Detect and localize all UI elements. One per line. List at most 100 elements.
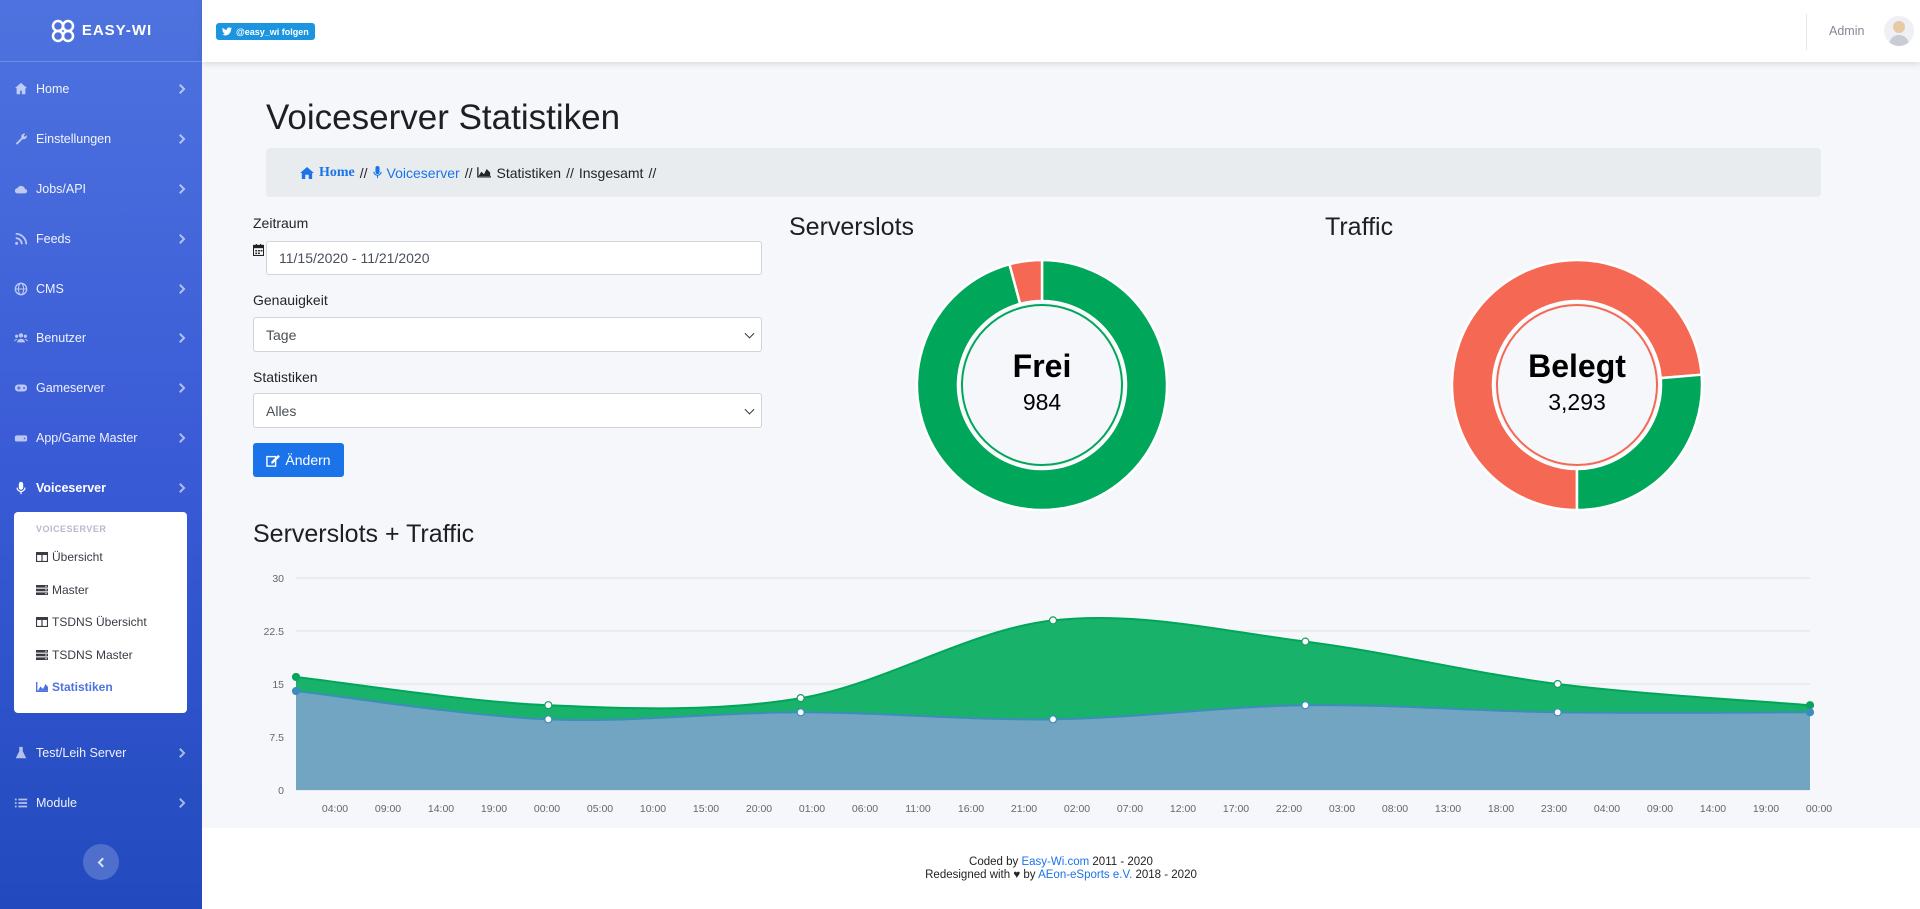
sidebar-item-home[interactable]: Home bbox=[0, 64, 202, 114]
globe-icon bbox=[14, 282, 28, 296]
x-tick-label: 00:00 bbox=[1806, 803, 1832, 815]
user-name[interactable]: Admin bbox=[1829, 24, 1864, 38]
submit-button-label: Ändern bbox=[285, 452, 331, 468]
sidebar-item-label: Feeds bbox=[36, 232, 71, 246]
zeitraum-label: Zeitraum bbox=[253, 215, 309, 231]
submenu-item--bersicht[interactable]: Übersicht bbox=[14, 541, 187, 574]
sidebar-item-label: CMS bbox=[36, 282, 64, 296]
y-tick-label: 22.5 bbox=[264, 626, 285, 638]
table-icon bbox=[36, 552, 48, 563]
data-point[interactable] bbox=[291, 672, 301, 682]
sidebar-item-einstellungen[interactable]: Einstellungen bbox=[0, 114, 202, 164]
breadcrumb-voiceserver-link[interactable]: Voiceserver bbox=[387, 165, 460, 181]
twitter-follow-button[interactable]: @easy_wi folgen bbox=[216, 23, 315, 40]
x-tick-label: 14:00 bbox=[428, 803, 454, 815]
x-tick-label: 04:00 bbox=[322, 803, 348, 815]
data-point[interactable] bbox=[544, 701, 553, 710]
brand-name: EASY-WI bbox=[81, 22, 153, 39]
chevron-right-icon bbox=[175, 234, 186, 244]
submenu-item-label: TSDNS Übersicht bbox=[52, 615, 147, 630]
brand[interactable]: EASY-WI bbox=[0, 0, 202, 62]
chevron-right-icon bbox=[175, 184, 186, 194]
data-point[interactable] bbox=[1553, 679, 1562, 689]
combined-chart-title: Serverslots + Traffic bbox=[253, 520, 475, 548]
submit-button[interactable]: Ändern bbox=[253, 443, 344, 477]
sidebar-toggle-button[interactable] bbox=[83, 844, 119, 880]
x-tick-label: 16:00 bbox=[958, 803, 984, 815]
sidebar-item-feeds[interactable]: Feeds bbox=[0, 214, 202, 264]
area-chart-icon bbox=[36, 682, 48, 693]
easy-wi-link[interactable]: Easy-Wi.com bbox=[1021, 856, 1089, 868]
data-point[interactable] bbox=[1301, 637, 1310, 646]
sidebar-item-gameserver[interactable]: Gameserver bbox=[0, 363, 202, 413]
x-tick-label: 18:00 bbox=[1488, 803, 1514, 815]
data-point[interactable] bbox=[1048, 715, 1058, 724]
data-point[interactable] bbox=[1805, 708, 1815, 717]
sidebar-item-cms[interactable]: CMS bbox=[0, 264, 202, 314]
x-tick-label: 09:00 bbox=[375, 803, 401, 815]
chevron-right-icon bbox=[175, 748, 186, 758]
gamepad-icon bbox=[14, 381, 28, 395]
x-tick-label: 13:00 bbox=[1435, 803, 1461, 815]
submenu-heading: VOICESERVER bbox=[36, 524, 107, 534]
chevron-right-icon bbox=[175, 433, 186, 443]
sidebar-item-module[interactable]: Module bbox=[0, 778, 202, 828]
breadcrumb-separator: // bbox=[648, 164, 657, 181]
statistiken-value: Alles bbox=[266, 402, 297, 419]
zeitraum-input[interactable]: 11/15/2020 - 11/21/2020 bbox=[266, 241, 762, 275]
sidebar-item-label: Test/Leih Server bbox=[36, 746, 127, 760]
statistiken-label: Statistiken bbox=[253, 369, 318, 385]
sidebar-item-label: Home bbox=[36, 82, 70, 96]
chevron-right-icon bbox=[175, 284, 186, 294]
serverslots-title: Serverslots bbox=[789, 213, 915, 241]
data-point[interactable] bbox=[1301, 701, 1310, 710]
data-point[interactable] bbox=[796, 694, 805, 703]
submenu-item-tsdns-bersicht[interactable]: TSDNS Übersicht bbox=[14, 606, 187, 639]
donut-inner-ring bbox=[961, 304, 1123, 466]
genauigkeit-select[interactable]: Tage bbox=[253, 317, 762, 352]
data-point[interactable] bbox=[1048, 616, 1058, 625]
data-point[interactable] bbox=[1553, 708, 1562, 717]
x-tick-label: 09:00 bbox=[1647, 803, 1673, 815]
sidebar-item-label: Voiceserver bbox=[36, 481, 106, 495]
aeon-esports-link[interactable]: AEon-eSports e.V. bbox=[1038, 869, 1132, 881]
sidebar-item-label: Jobs/API bbox=[36, 182, 87, 196]
submenu-item-master[interactable]: Master bbox=[14, 574, 187, 607]
x-tick-label: 03:00 bbox=[1329, 803, 1355, 815]
submenu-item-tsdns-master[interactable]: TSDNS Master bbox=[14, 639, 187, 672]
submenu-item-statistiken[interactable]: Statistiken bbox=[14, 671, 187, 704]
sidebar-item-label: App/Game Master bbox=[36, 431, 138, 445]
data-point[interactable] bbox=[796, 708, 805, 717]
x-tick-label: 02:00 bbox=[1064, 803, 1090, 815]
footer-coded-prefix: Coded by bbox=[969, 856, 1019, 868]
list-icon bbox=[14, 796, 28, 810]
sidebar-item-jobs-api[interactable]: Jobs/API bbox=[0, 164, 202, 214]
avatar[interactable] bbox=[1884, 16, 1914, 46]
sidebar-item-app-game-master[interactable]: App/Game Master bbox=[0, 413, 202, 463]
statistiken-select[interactable]: Alles bbox=[253, 393, 762, 428]
traffic-donut-chart: Belegt 3,293 bbox=[1450, 258, 1704, 512]
genauigkeit-label: Genauigkeit bbox=[253, 292, 328, 308]
user-avatar-icon bbox=[1889, 21, 1909, 46]
breadcrumb-home-link[interactable]: Home bbox=[319, 165, 355, 181]
microphone-icon bbox=[14, 481, 28, 495]
submenu-item-label: Master bbox=[52, 582, 89, 597]
data-point[interactable] bbox=[291, 686, 301, 696]
twitter-follow-label: @easy_wi folgen bbox=[236, 26, 309, 37]
sidebar-item-voiceserver[interactable]: Voiceserver bbox=[0, 463, 202, 513]
server-icon bbox=[36, 584, 48, 595]
sidebar: EASY-WI Home Einstellungen Jobs/API Feeds CM… bbox=[0, 0, 202, 909]
chevron-right-icon bbox=[175, 798, 186, 808]
x-tick-label: 19:00 bbox=[481, 803, 507, 815]
calendar-icon bbox=[253, 244, 264, 256]
twitter-icon bbox=[222, 27, 232, 36]
data-point[interactable] bbox=[1805, 701, 1815, 710]
data-point[interactable] bbox=[544, 715, 553, 724]
sidebar-item-test-leih-server[interactable]: Test/Leih Server bbox=[0, 728, 202, 778]
chevron-right-icon bbox=[175, 483, 186, 493]
footer-coded-line: Coded by Easy-Wi.com 2011 - 2020 bbox=[202, 856, 1920, 868]
chevron-right-icon bbox=[175, 134, 186, 144]
x-tick-label: 17:00 bbox=[1223, 803, 1249, 815]
breadcrumb-separator: // bbox=[464, 164, 473, 181]
sidebar-item-benutzer[interactable]: Benutzer bbox=[0, 313, 202, 363]
